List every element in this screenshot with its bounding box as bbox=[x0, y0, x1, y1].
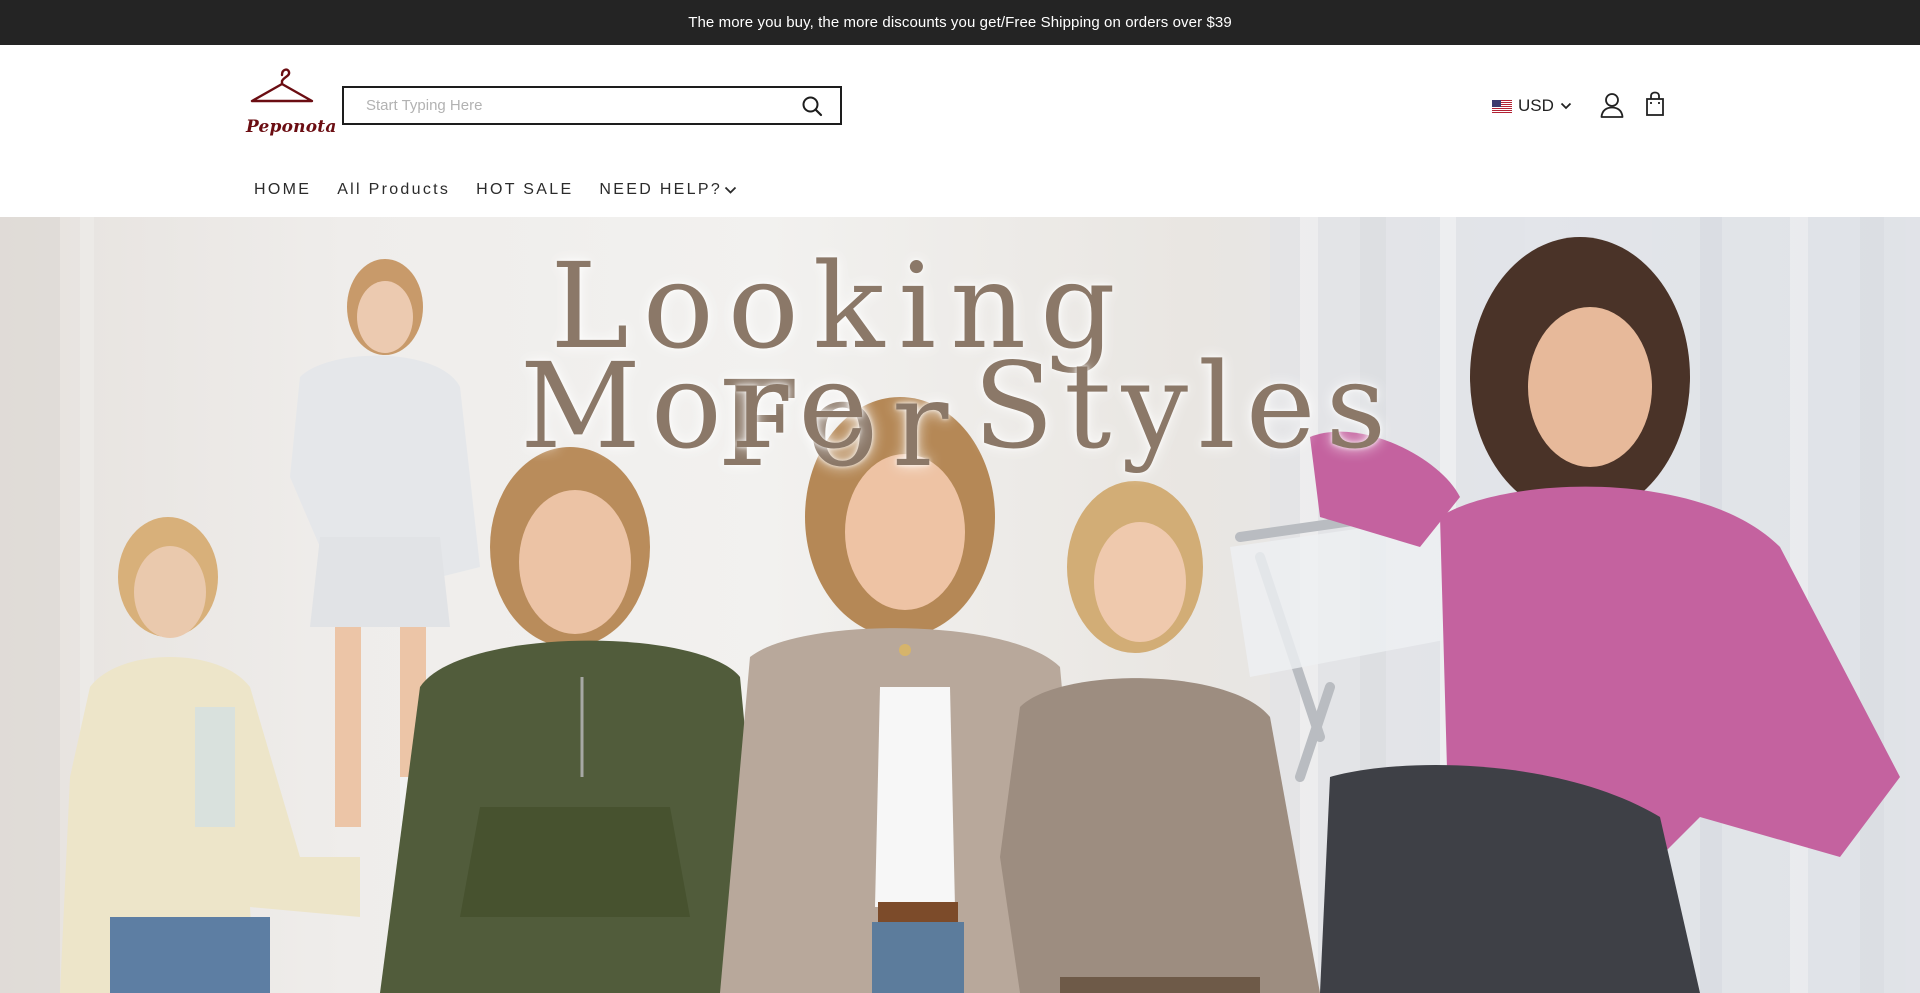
clothes-hanger-icon bbox=[250, 68, 314, 103]
nav-item-label: NEED HELP? bbox=[599, 181, 723, 198]
shopping-bag-icon bbox=[1646, 91, 1664, 116]
chevron-down-icon bbox=[1560, 102, 1572, 110]
search-input[interactable] bbox=[344, 88, 784, 123]
chevron-down-icon bbox=[724, 186, 737, 194]
nav-item-hot-sale[interactable]: HOT SALE bbox=[476, 181, 573, 199]
cart-button[interactable] bbox=[1644, 91, 1666, 117]
hero-banner[interactable]: Looking For More Styles bbox=[0, 217, 1920, 993]
search-bar bbox=[342, 86, 842, 125]
nav-item-label: All Products bbox=[337, 181, 451, 198]
nav-item-all-products[interactable]: All Products bbox=[337, 181, 450, 199]
us-flag-icon bbox=[1492, 99, 1512, 113]
search-icon bbox=[802, 96, 823, 116]
currency-selector[interactable]: USD bbox=[1492, 93, 1572, 119]
nav-item-label: HOT SALE bbox=[476, 181, 574, 198]
search-button[interactable] bbox=[784, 88, 840, 123]
announcement-bar: The more you buy, the more discounts you… bbox=[0, 0, 1920, 45]
nav-item-home[interactable]: HOME bbox=[254, 181, 311, 199]
site-header: Peponota USD bbox=[0, 45, 1920, 217]
nav-item-label: HOME bbox=[254, 181, 312, 198]
user-icon bbox=[1600, 93, 1624, 118]
announcement-text: The more you buy, the more discounts you… bbox=[688, 14, 1232, 31]
main-nav: HOME All Products HOT SALE NEED HELP? bbox=[254, 180, 763, 200]
nav-item-need-help[interactable]: NEED HELP? bbox=[599, 181, 737, 199]
logo-text: Peponota bbox=[246, 117, 337, 137]
account-button[interactable] bbox=[1599, 91, 1625, 119]
hero-image bbox=[0, 217, 1920, 993]
currency-label: USD bbox=[1518, 96, 1554, 115]
